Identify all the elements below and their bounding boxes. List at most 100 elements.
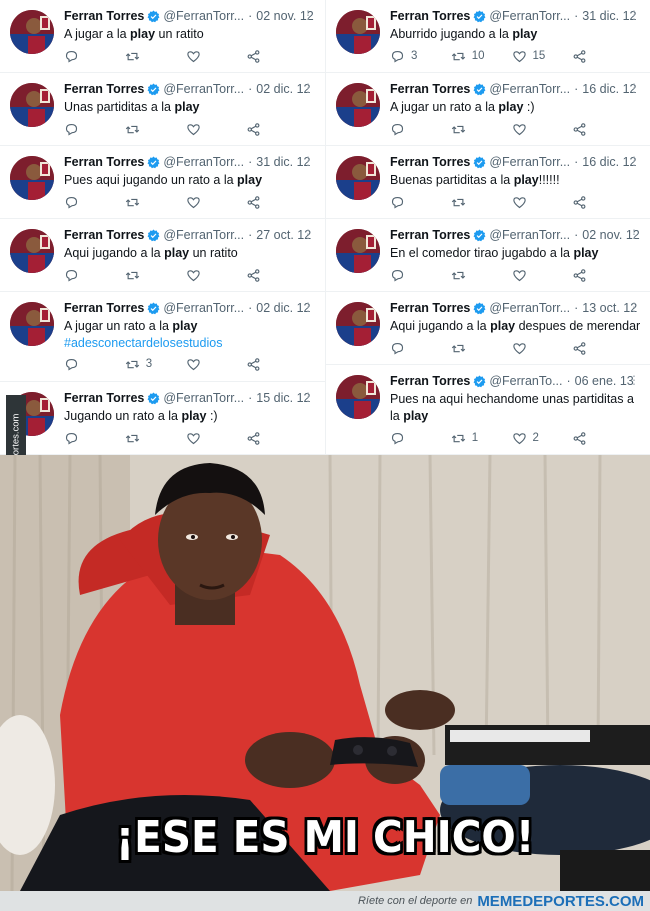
like-button[interactable] — [512, 122, 573, 137]
tweet[interactable]: Ferran Torres @FerranTorr... · 13 oct. 1… — [326, 292, 650, 365]
share-button[interactable] — [572, 195, 633, 210]
author-handle[interactable]: @FerranTorr... — [489, 301, 570, 315]
author-handle[interactable]: @FerranTorr... — [163, 228, 244, 242]
like-button[interactable] — [512, 341, 573, 356]
avatar[interactable] — [336, 302, 380, 346]
more-options-icon[interactable]: ⋮ — [302, 8, 314, 22]
tweet[interactable]: Ferran Torres @FerranTorr... · 15 dic. 1… — [0, 382, 325, 455]
more-options-icon[interactable]: ⋮ — [302, 300, 314, 314]
like-button[interactable] — [186, 357, 247, 372]
share-button[interactable] — [572, 122, 633, 137]
more-options-icon[interactable]: ⋮ — [628, 8, 640, 22]
more-options-icon[interactable]: ⋮ — [302, 390, 314, 404]
tweet-date[interactable]: 06 ene. 13 — [575, 374, 634, 388]
retweet-button[interactable] — [125, 122, 186, 137]
retweet-button[interactable] — [125, 431, 186, 446]
more-options-icon[interactable]: ⋮ — [628, 373, 640, 387]
reply-button[interactable] — [390, 431, 451, 446]
share-button[interactable] — [572, 431, 633, 446]
tweet[interactable]: Ferran Torres @FerranTorr... · 31 dic. 1… — [326, 0, 650, 73]
like-button[interactable] — [186, 431, 247, 446]
retweet-button[interactable]: 3 — [125, 357, 186, 372]
retweet-button[interactable] — [451, 268, 512, 283]
more-options-icon[interactable]: ⋮ — [628, 300, 640, 314]
author-name[interactable]: Ferran Torres — [390, 301, 470, 315]
more-options-icon[interactable]: ⋮ — [628, 154, 640, 168]
tweet[interactable]: Ferran Torres @FerranTorr... · 31 dic. 1… — [0, 146, 325, 219]
share-button[interactable] — [246, 431, 307, 446]
author-name[interactable]: Ferran Torres — [64, 155, 144, 169]
avatar[interactable] — [10, 156, 54, 200]
author-handle[interactable]: @FerranTorr... — [489, 155, 570, 169]
like-button[interactable] — [186, 122, 247, 137]
retweet-button[interactable] — [451, 341, 512, 356]
reply-button[interactable] — [390, 268, 451, 283]
like-button[interactable] — [186, 195, 247, 210]
reply-button[interactable] — [64, 195, 125, 210]
author-handle[interactable]: @FerranTorr... — [163, 155, 244, 169]
avatar[interactable] — [336, 10, 380, 54]
share-button[interactable] — [246, 122, 307, 137]
avatar[interactable] — [336, 375, 380, 419]
tweet[interactable]: Ferran Torres @FerranTorr... · 16 dic. 1… — [326, 146, 650, 219]
like-button[interactable] — [512, 195, 573, 210]
author-handle[interactable]: @FerranTorr... — [163, 391, 244, 405]
like-button[interactable]: 15 — [512, 49, 573, 64]
retweet-button[interactable] — [125, 195, 186, 210]
author-handle[interactable]: @FerranTorr... — [489, 82, 570, 96]
author-handle[interactable]: @FerranTorr... — [489, 228, 570, 242]
retweet-button[interactable] — [125, 268, 186, 283]
avatar[interactable] — [10, 302, 54, 346]
share-button[interactable] — [246, 49, 307, 64]
reply-button[interactable] — [64, 357, 125, 372]
author-name[interactable]: Ferran Torres — [64, 9, 144, 23]
avatar[interactable] — [10, 10, 54, 54]
author-name[interactable]: Ferran Torres — [64, 301, 144, 315]
author-handle[interactable]: @FerranTorr... — [163, 9, 244, 23]
more-options-icon[interactable]: ⋮ — [302, 227, 314, 241]
reply-button[interactable] — [390, 195, 451, 210]
share-button[interactable] — [572, 49, 633, 64]
reply-button[interactable] — [390, 122, 451, 137]
author-handle[interactable]: @FerranTorr... — [163, 301, 244, 315]
tweet[interactable]: Ferran Torres @FerranTorr... · 02 nov. 1… — [326, 219, 650, 292]
author-handle[interactable]: @FerranTorr... — [489, 9, 570, 23]
like-button[interactable] — [512, 268, 573, 283]
tweet[interactable]: Ferran Torres @FerranTorr... · 02 nov. 1… — [0, 0, 325, 73]
like-button[interactable]: 2 — [512, 431, 573, 446]
author-name[interactable]: Ferran Torres — [390, 82, 470, 96]
share-button[interactable] — [572, 268, 633, 283]
avatar[interactable] — [10, 229, 54, 273]
reply-button[interactable] — [64, 49, 125, 64]
author-name[interactable]: Ferran Torres — [390, 228, 470, 242]
retweet-button[interactable]: 10 — [451, 49, 512, 64]
hashtag-link[interactable]: #adesconectardelosestudios — [64, 335, 315, 352]
reply-button[interactable] — [64, 268, 125, 283]
share-button[interactable] — [572, 341, 633, 356]
more-options-icon[interactable]: ⋮ — [302, 154, 314, 168]
avatar[interactable] — [336, 83, 380, 127]
more-options-icon[interactable]: ⋮ — [302, 81, 314, 95]
share-button[interactable] — [246, 268, 307, 283]
reply-button[interactable]: 3 — [390, 49, 451, 64]
share-button[interactable] — [246, 195, 307, 210]
tweet[interactable]: Ferran Torres @FerranTorr... · 27 oct. 1… — [0, 219, 325, 292]
like-button[interactable] — [186, 49, 247, 64]
like-button[interactable] — [186, 268, 247, 283]
reply-button[interactable] — [64, 122, 125, 137]
share-button[interactable] — [246, 357, 307, 372]
author-name[interactable]: Ferran Torres — [390, 155, 470, 169]
avatar[interactable] — [336, 229, 380, 273]
more-options-icon[interactable]: ⋮ — [628, 81, 640, 95]
reply-button[interactable] — [390, 341, 451, 356]
avatar[interactable] — [10, 83, 54, 127]
more-options-icon[interactable]: ⋮ — [628, 227, 640, 241]
retweet-button[interactable] — [451, 195, 512, 210]
author-name[interactable]: Ferran Torres — [64, 82, 144, 96]
author-name[interactable]: Ferran Torres — [390, 9, 470, 23]
author-handle[interactable]: @FerranTo... — [489, 374, 562, 388]
tweet[interactable]: Ferran Torres @FerranTorr... · 02 dic. 1… — [0, 73, 325, 146]
avatar[interactable] — [336, 156, 380, 200]
reply-button[interactable] — [64, 431, 125, 446]
tweet[interactable]: Ferran Torres @FerranTorr... · 16 dic. 1… — [326, 73, 650, 146]
